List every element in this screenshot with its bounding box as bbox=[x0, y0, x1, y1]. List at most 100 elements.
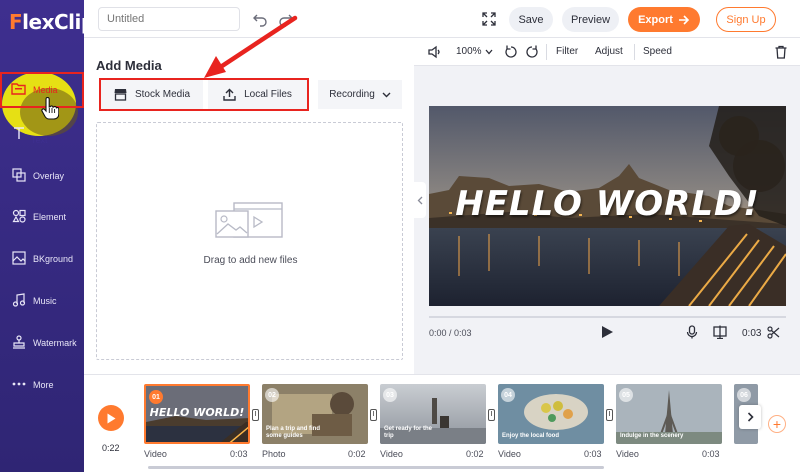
timeline-clip-2[interactable]: Plan a trip and find some guides 02 bbox=[262, 384, 368, 444]
arrow-right-icon bbox=[678, 14, 690, 25]
trash-icon[interactable] bbox=[774, 45, 788, 59]
video-preview[interactable]: HELLO WORLD! bbox=[429, 106, 786, 306]
tab-stock-media[interactable]: Stock Media bbox=[101, 80, 203, 109]
sidebar-item-label: Music bbox=[33, 295, 57, 306]
timeline-scroll-right[interactable] bbox=[739, 405, 761, 429]
play-icon bbox=[107, 413, 116, 423]
sidebar-item-music[interactable]: Music bbox=[0, 281, 84, 319]
adjust-button[interactable]: Adjust bbox=[595, 46, 623, 57]
timeline-clip-3[interactable]: Get ready for the trip 03 bbox=[380, 384, 486, 444]
timeline-play-button[interactable] bbox=[98, 405, 124, 431]
clip-type: Video bbox=[380, 449, 403, 459]
timeline: 0:22 HELLO WORLD! 01 Video 0:03 I Plan a… bbox=[84, 374, 800, 472]
timeline-scrollbar[interactable] bbox=[148, 466, 604, 469]
sidebar-item-overlay[interactable]: Overlay bbox=[0, 156, 84, 194]
subtitle-icon[interactable] bbox=[713, 325, 727, 339]
clip-duration: 0:02 bbox=[466, 449, 484, 459]
sidebar-item-more[interactable]: More bbox=[0, 365, 84, 403]
tab-recording[interactable]: Recording bbox=[318, 80, 402, 109]
transition-marker[interactable]: I bbox=[252, 409, 259, 421]
fullscreen-icon[interactable] bbox=[482, 12, 496, 26]
sidebar-item-label: Text bbox=[31, 135, 48, 145]
transition-marker[interactable]: I bbox=[370, 409, 377, 421]
current-time: 0:00 / 0:03 bbox=[429, 328, 472, 338]
clip-number: 03 bbox=[383, 388, 397, 402]
timeline-current-time: 0:22 bbox=[102, 443, 120, 453]
sidebar-item-label: Watermark bbox=[33, 337, 77, 348]
sidebar-item-label: Overlay bbox=[33, 170, 65, 181]
more-icon bbox=[11, 376, 27, 392]
logo-mark: F bbox=[9, 10, 23, 34]
clip-type: Video bbox=[616, 449, 639, 459]
timeline-clip-1[interactable]: HELLO WORLD! 01 bbox=[144, 384, 250, 444]
rotate-left-icon[interactable] bbox=[504, 45, 518, 59]
zoom-select[interactable]: 100% bbox=[456, 46, 493, 57]
file-drop-zone[interactable]: Drag to add new files bbox=[96, 122, 403, 360]
tab-label: Local Files bbox=[244, 89, 292, 100]
zoom-value: 100% bbox=[456, 46, 482, 57]
clip-duration: 0:03 bbox=[584, 449, 602, 459]
save-button[interactable]: Save bbox=[509, 7, 553, 32]
sidebar-item-media-content: Media bbox=[11, 82, 58, 98]
upload-icon bbox=[223, 88, 236, 101]
sidebar-item-background[interactable]: BKground bbox=[0, 239, 84, 277]
clip-caption: Plan a trip and find some guides bbox=[266, 426, 321, 440]
clip-number: 01 bbox=[149, 390, 163, 404]
clip-type: Video bbox=[498, 449, 521, 459]
speed-button[interactable]: Speed bbox=[643, 46, 672, 57]
export-label: Export bbox=[638, 13, 673, 26]
text-icon bbox=[11, 125, 27, 141]
transition-marker[interactable]: I bbox=[606, 409, 613, 421]
rotate-right-icon[interactable] bbox=[525, 45, 539, 59]
panel-collapse-handle[interactable] bbox=[414, 182, 426, 218]
clip-number: 05 bbox=[619, 388, 633, 402]
toolbar-divider bbox=[634, 44, 635, 60]
timeline-clip-5[interactable]: Indulge in the scenery 05 bbox=[616, 384, 722, 444]
video-editor: 100% Filter Adjust Speed HELLO WORLD! 0:… bbox=[414, 38, 800, 374]
clip-duration: 0:03 bbox=[230, 449, 248, 459]
clip-caption: Get ready for the trip bbox=[384, 426, 433, 440]
sidebar-item-label: Media bbox=[33, 85, 58, 95]
clip-duration: 0:03 bbox=[702, 449, 720, 459]
chevron-right-icon bbox=[747, 412, 754, 422]
sidebar-item-element[interactable]: Element bbox=[0, 197, 84, 235]
tab-local-files[interactable]: Local Files bbox=[208, 80, 307, 109]
tab-label: Recording bbox=[329, 89, 375, 100]
overlay-icon bbox=[11, 167, 27, 183]
hand-cursor-icon bbox=[41, 97, 59, 120]
clip-number: 04 bbox=[501, 388, 515, 402]
watermark-icon bbox=[11, 334, 27, 350]
transition-marker[interactable]: I bbox=[488, 409, 495, 421]
clip-type: Photo bbox=[262, 449, 286, 459]
microphone-icon[interactable] bbox=[685, 325, 699, 339]
volume-icon[interactable] bbox=[428, 45, 442, 59]
music-icon bbox=[11, 292, 27, 308]
add-clip-button[interactable]: + bbox=[768, 415, 786, 433]
flexclip-editor: FlexClip Media Text Overlay Element BKgr… bbox=[0, 0, 800, 472]
export-button[interactable]: Export bbox=[628, 7, 700, 32]
sidebar-item-label: Element bbox=[33, 211, 67, 222]
sidebar-item-watermark[interactable]: Watermark bbox=[0, 323, 84, 361]
store-icon bbox=[114, 89, 127, 101]
add-media-panel: Add Media Stock Media Local Files Record… bbox=[84, 38, 414, 374]
toolbar-divider bbox=[546, 44, 547, 60]
scissors-icon[interactable] bbox=[767, 326, 780, 339]
chevron-down-icon bbox=[382, 92, 391, 97]
sign-up-button[interactable]: Sign Up bbox=[716, 7, 776, 32]
chevron-down-icon bbox=[485, 49, 493, 54]
clip-number: 06 bbox=[737, 388, 751, 402]
filter-button[interactable]: Filter bbox=[556, 46, 578, 57]
chevron-left-icon bbox=[417, 196, 423, 204]
clip-caption: Indulge in the scenery bbox=[620, 433, 684, 440]
sidebar: FlexClip Media Text Overlay Element BKgr… bbox=[0, 0, 95, 472]
playback-progress-bar[interactable] bbox=[429, 316, 786, 318]
app-logo: FlexClip bbox=[9, 10, 95, 34]
clip-caption: HELLO WORLD! bbox=[149, 406, 245, 419]
play-icon[interactable] bbox=[600, 325, 614, 339]
preview-button[interactable]: Preview bbox=[562, 7, 619, 32]
clip-duration: 0:03 bbox=[742, 328, 762, 339]
annotation-arrow bbox=[204, 15, 298, 78]
video-title-text[interactable]: HELLO WORLD! bbox=[429, 184, 786, 224]
timeline-clip-4[interactable]: Enjoy the local food 04 bbox=[498, 384, 604, 444]
drop-zone-text: Drag to add new files bbox=[203, 255, 298, 266]
